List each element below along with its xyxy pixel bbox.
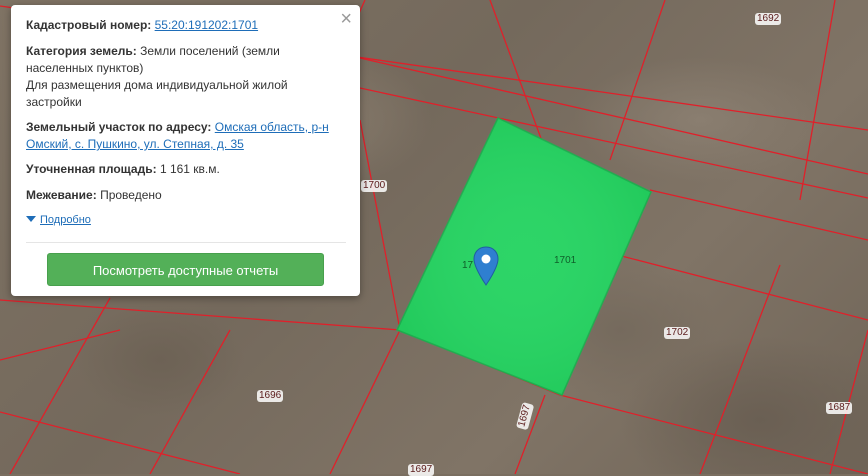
map-marker-icon[interactable] — [473, 246, 499, 286]
cadastral-label: Кадастровый номер: — [26, 18, 152, 32]
parcel-label-1700: 1700 — [361, 180, 388, 192]
boundary-line — [9, 297, 111, 474]
boundary-line — [149, 329, 231, 474]
cadastral-number-link[interactable]: 55:20:191202:1701 — [155, 18, 258, 32]
selected-parcel-shade — [397, 118, 651, 395]
divider — [26, 242, 346, 243]
boundary-line — [359, 119, 401, 331]
boundary-line — [0, 299, 401, 331]
boundary-line — [559, 394, 868, 474]
address-label: Земельный участок по адресу: — [26, 120, 212, 134]
boundary-line — [329, 329, 401, 474]
details-toggle[interactable]: Подробно — [26, 214, 91, 226]
area-value: 1 161 кв.м. — [159, 162, 220, 176]
boundary-line — [0, 329, 121, 361]
boundary-line — [699, 264, 781, 474]
category-usage: Для размещения дома индивидуальной жилой… — [26, 78, 288, 109]
boundary-line — [649, 189, 868, 241]
boundary-line — [609, 0, 666, 161]
survey-label: Межевание: — [26, 188, 97, 202]
triangle-down-icon — [26, 216, 36, 222]
boundary-line — [799, 0, 836, 201]
parcel-info-popup: × Кадастровый номер: 55:20:191202:1701 К… — [11, 5, 360, 296]
parcel-label-1696: 1696 — [257, 390, 284, 402]
area-row: Уточненная площадь: 1 161 кв.м. — [26, 161, 342, 178]
parcel-label-1692: 1692 — [755, 13, 782, 25]
category-row: Категория земель: Земли поселений (земли… — [26, 43, 342, 111]
survey-value: Проведено — [100, 188, 162, 202]
boundary-line — [0, 411, 241, 474]
close-icon[interactable]: × — [340, 9, 352, 29]
view-reports-button[interactable]: Посмотреть доступные отчеты — [47, 253, 324, 286]
details-link[interactable]: Подробно — [40, 214, 91, 226]
parcel-label-1687: 1687 — [826, 402, 853, 414]
category-label: Категория земель: — [26, 44, 137, 58]
address-row: Земельный участок по адресу: Омская обла… — [26, 119, 342, 153]
parcel-label-1697-bottom: 1697 — [408, 464, 435, 476]
cadastral-row: Кадастровый номер: 55:20:191202:1701 — [26, 17, 342, 34]
area-label: Уточненная площадь: — [26, 162, 157, 176]
parcel-label-1701: 1701 — [554, 255, 577, 266]
parcel-label-1702: 1702 — [664, 327, 691, 339]
survey-row: Межевание: Проведено — [26, 187, 342, 204]
boundary-line — [359, 57, 868, 175]
